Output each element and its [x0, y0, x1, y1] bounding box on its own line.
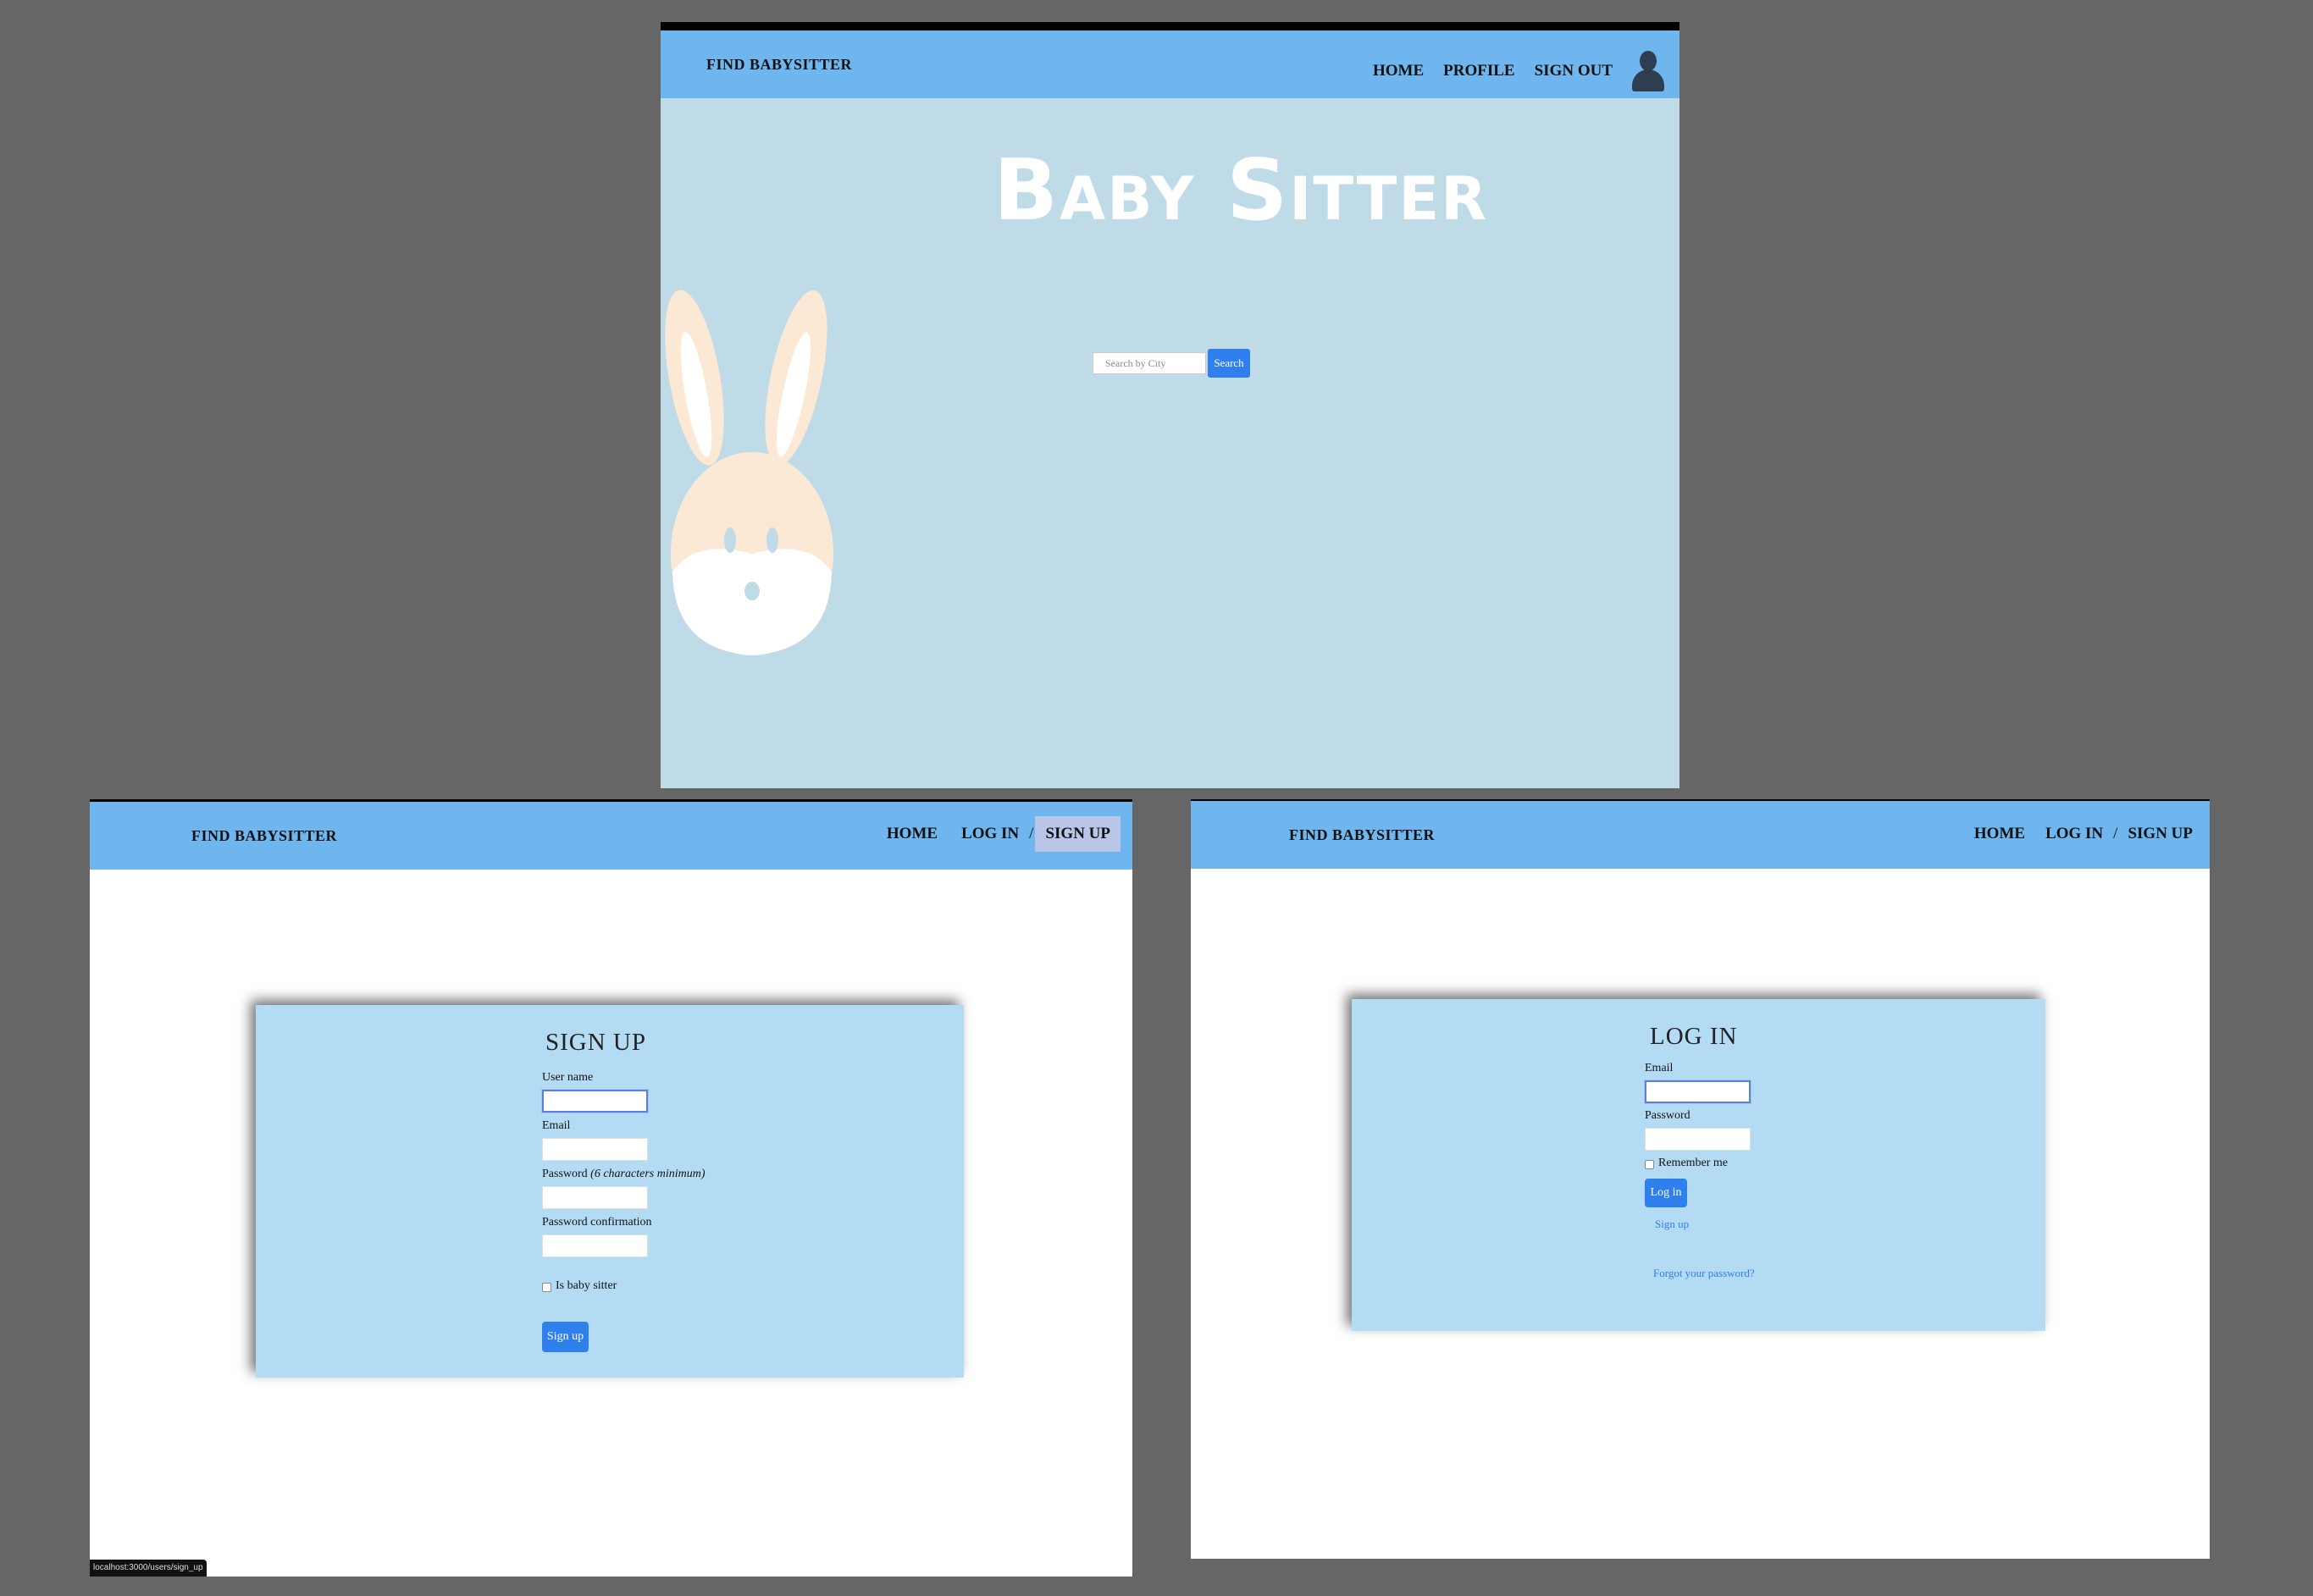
- nav-separator: /: [2113, 825, 2118, 842]
- navbar: FIND BABYSITTER HOME PROFILE SIGN OUT: [661, 30, 1679, 98]
- brand-link[interactable]: FIND BABYSITTER: [191, 827, 337, 845]
- password-label: Password: [1645, 1109, 1690, 1122]
- browser-status-url: localhost:3000/users/sign_up: [90, 1560, 207, 1577]
- navbar: FIND BABYSITTER HOME LOG IN / SIGN UP: [1191, 801, 2210, 869]
- login-card: LOG IN Email Password Remember me Log in…: [1352, 999, 2045, 1331]
- password-label: Password (6 characters minimum): [542, 1168, 705, 1181]
- nav-sign-out[interactable]: SIGN OUT: [1535, 62, 1613, 80]
- city-search-input[interactable]: [1093, 352, 1206, 374]
- remember-me-checkbox[interactable]: [1645, 1160, 1654, 1169]
- nav-links: HOME LOG IN / SIGN UP: [887, 815, 1121, 853]
- nav-home[interactable]: HOME: [887, 825, 938, 843]
- email-field[interactable]: [542, 1138, 648, 1161]
- page-title: SIGN UP: [545, 1029, 646, 1056]
- username-field[interactable]: [542, 1090, 648, 1113]
- log-in-button[interactable]: Log in: [1645, 1179, 1687, 1207]
- email-label: Email: [1645, 1062, 1674, 1074]
- nav-sign-up[interactable]: SIGN UP: [1035, 816, 1121, 852]
- is-babysitter-checkbox[interactable]: [542, 1283, 551, 1292]
- brand-link[interactable]: FIND BABYSITTER: [1289, 826, 1435, 844]
- window-top-edge: [661, 22, 1679, 30]
- password-confirmation-field[interactable]: [542, 1234, 648, 1257]
- nav-log-in[interactable]: LOG IN: [961, 825, 1019, 843]
- search-form: Search: [1093, 349, 1250, 378]
- forgot-password-link[interactable]: Forgot your password?: [1653, 1267, 1755, 1280]
- password-field[interactable]: [542, 1186, 648, 1209]
- password-field[interactable]: [1645, 1128, 1751, 1151]
- sign-up-link[interactable]: Sign up: [1655, 1218, 1689, 1231]
- password-label-text: Password: [542, 1168, 588, 1180]
- signup-card: SIGN UP User name Email Password (6 char…: [256, 1005, 964, 1378]
- username-label: User name: [542, 1071, 594, 1084]
- page-title: LOG IN: [1650, 1023, 1738, 1050]
- nav-home[interactable]: HOME: [1373, 62, 1424, 80]
- email-field[interactable]: [1645, 1080, 1751, 1103]
- nav-separator: /: [1029, 825, 1034, 842]
- nav-links: HOME LOG IN / SIGN UP: [1974, 825, 2193, 843]
- navbar: FIND BABYSITTER HOME LOG IN / SIGN UP: [90, 802, 1132, 870]
- email-label: Email: [542, 1119, 571, 1132]
- sign-up-button[interactable]: Sign up: [542, 1322, 589, 1352]
- remember-me-label: Remember me: [1658, 1157, 1729, 1169]
- nav-links: HOME PROFILE SIGN OUT: [1373, 51, 1664, 91]
- hero-title: Baby Sitter: [993, 141, 1489, 240]
- nav-profile[interactable]: PROFILE: [1443, 62, 1514, 80]
- is-babysitter-label: Is baby sitter: [556, 1279, 617, 1292]
- nav-sign-up[interactable]: SIGN UP: [2128, 825, 2193, 843]
- nav-log-in[interactable]: LOG IN: [2045, 825, 2103, 843]
- signup-screenshot: FIND BABYSITTER HOME LOG IN / SIGN UP SI…: [90, 799, 1132, 1577]
- user-avatar-icon[interactable]: [1632, 51, 1664, 91]
- nav-home[interactable]: HOME: [1974, 825, 2025, 843]
- login-screenshot: FIND BABYSITTER HOME LOG IN / SIGN UP LO…: [1191, 799, 2210, 1559]
- password-hint: (6 characters minimum): [590, 1168, 706, 1180]
- home-screenshot: FIND BABYSITTER HOME PROFILE SIGN OUT Ba…: [661, 22, 1679, 788]
- bunny-illustration-icon: [665, 290, 833, 655]
- password-confirmation-label: Password confirmation: [542, 1216, 652, 1229]
- brand-link[interactable]: FIND BABYSITTER: [706, 56, 852, 74]
- search-button[interactable]: Search: [1208, 349, 1250, 378]
